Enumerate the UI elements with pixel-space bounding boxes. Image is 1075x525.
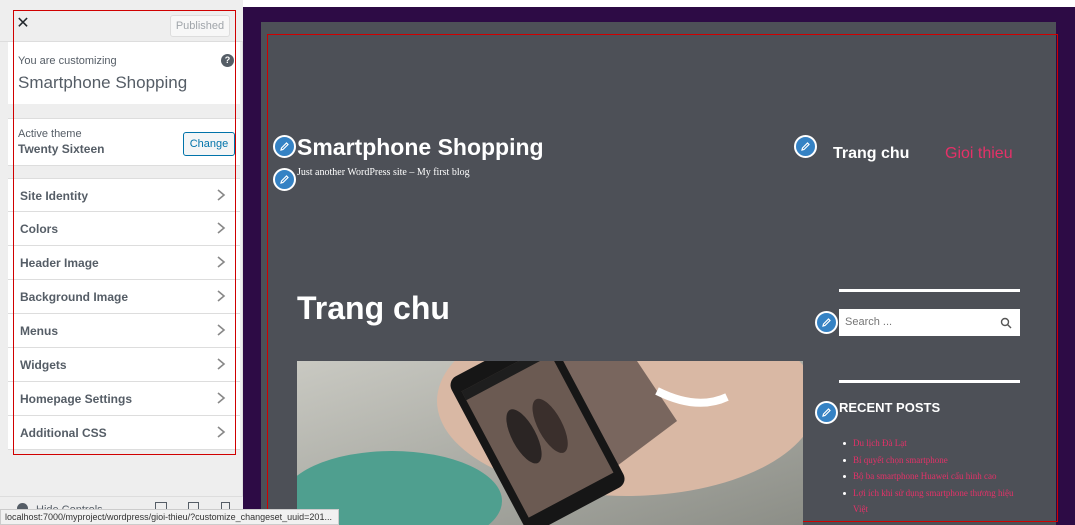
widget-divider — [839, 380, 1020, 383]
theme-name: Twenty Sixteen — [18, 142, 105, 156]
featured-image — [297, 361, 803, 525]
help-icon[interactable]: ? — [221, 54, 234, 67]
nav-link-about[interactable]: Gioi thieu — [945, 145, 1013, 163]
edit-site-title-icon[interactable] — [273, 135, 296, 158]
recent-posts-title: RECENT POSTS — [839, 400, 941, 415]
customizer-window: ✕ Published You are customizing Smartpho… — [0, 0, 1075, 525]
edit-tagline-icon[interactable] — [273, 168, 296, 191]
section-menus[interactable]: Menus — [8, 314, 240, 348]
section-label: Homepage Settings — [20, 392, 133, 406]
active-theme-panel: Active theme Twenty Sixteen Change — [8, 118, 240, 166]
chevron-right-icon — [214, 356, 228, 372]
status-bar-url: localhost:7000/myproject/wordpress/gioi-… — [0, 509, 339, 525]
chevron-right-icon — [214, 254, 228, 270]
section-label: Site Identity — [20, 189, 89, 203]
site-title[interactable]: Smartphone Shopping — [297, 134, 544, 161]
chevron-right-icon — [214, 424, 228, 440]
recent-post-link[interactable]: Du lịch Đà Lạt — [839, 435, 1024, 452]
section-homepage-settings[interactable]: Homepage Settings — [8, 382, 240, 416]
section-widgets[interactable]: Widgets — [8, 348, 240, 382]
section-label: Colors — [20, 222, 59, 236]
search-placeholder: Search ... — [845, 316, 893, 328]
section-site-identity[interactable]: Site Identity — [8, 178, 240, 212]
sidebar-header: ✕ Published — [0, 0, 243, 42]
edit-menu-icon[interactable] — [794, 135, 817, 158]
section-header-image[interactable]: Header Image — [8, 246, 240, 280]
section-label: Menus — [20, 324, 59, 338]
change-theme-button[interactable]: Change — [183, 132, 235, 156]
section-list: Site Identity Colors Header Image Backgr… — [8, 178, 240, 450]
active-theme-label: Active theme — [18, 128, 82, 140]
customizer-sidebar: ✕ Published You are customizing Smartpho… — [0, 0, 243, 525]
recent-posts-list: Du lịch Đà Lạt Bí quyết chọn smartphone … — [839, 435, 1024, 518]
customizing-info: You are customizing Smartphone Shopping … — [8, 42, 240, 104]
section-additional-css[interactable]: Additional CSS — [8, 416, 240, 450]
recent-post-link[interactable]: Bí quyết chọn smartphone — [839, 452, 1024, 469]
section-label: Widgets — [20, 358, 67, 372]
section-label: Header Image — [20, 256, 99, 270]
page-title: Trang chu — [297, 290, 450, 326]
site-name: Smartphone Shopping — [18, 73, 188, 92]
customizing-label: You are customizing — [18, 55, 117, 67]
site-description: Just another WordPress site – My first b… — [297, 167, 470, 178]
chevron-right-icon — [214, 390, 228, 406]
widget-divider — [839, 289, 1020, 292]
recent-post-link[interactable]: Bộ ba smartphone Huawei cấu hình cao — [839, 468, 1024, 485]
section-label: Background Image — [20, 290, 129, 304]
recent-post-link[interactable]: Lợi ích khi sử dụng smartphone thương hi… — [839, 485, 1024, 518]
section-colors[interactable]: Colors — [8, 212, 240, 246]
section-label: Additional CSS — [20, 426, 107, 440]
section-background-image[interactable]: Background Image — [8, 280, 240, 314]
chevron-right-icon — [214, 322, 228, 338]
search-input[interactable]: Search ... — [839, 309, 1020, 336]
edit-search-widget-icon[interactable] — [815, 311, 838, 334]
close-button[interactable]: ✕ — [10, 10, 36, 36]
published-button[interactable]: Published — [170, 15, 230, 37]
search-icon[interactable] — [1000, 316, 1012, 329]
chevron-right-icon — [214, 220, 228, 236]
edit-recent-posts-icon[interactable] — [815, 401, 838, 424]
nav-link-home[interactable]: Trang chu — [833, 145, 909, 163]
chevron-right-icon — [214, 288, 228, 304]
chevron-right-icon — [214, 187, 228, 203]
